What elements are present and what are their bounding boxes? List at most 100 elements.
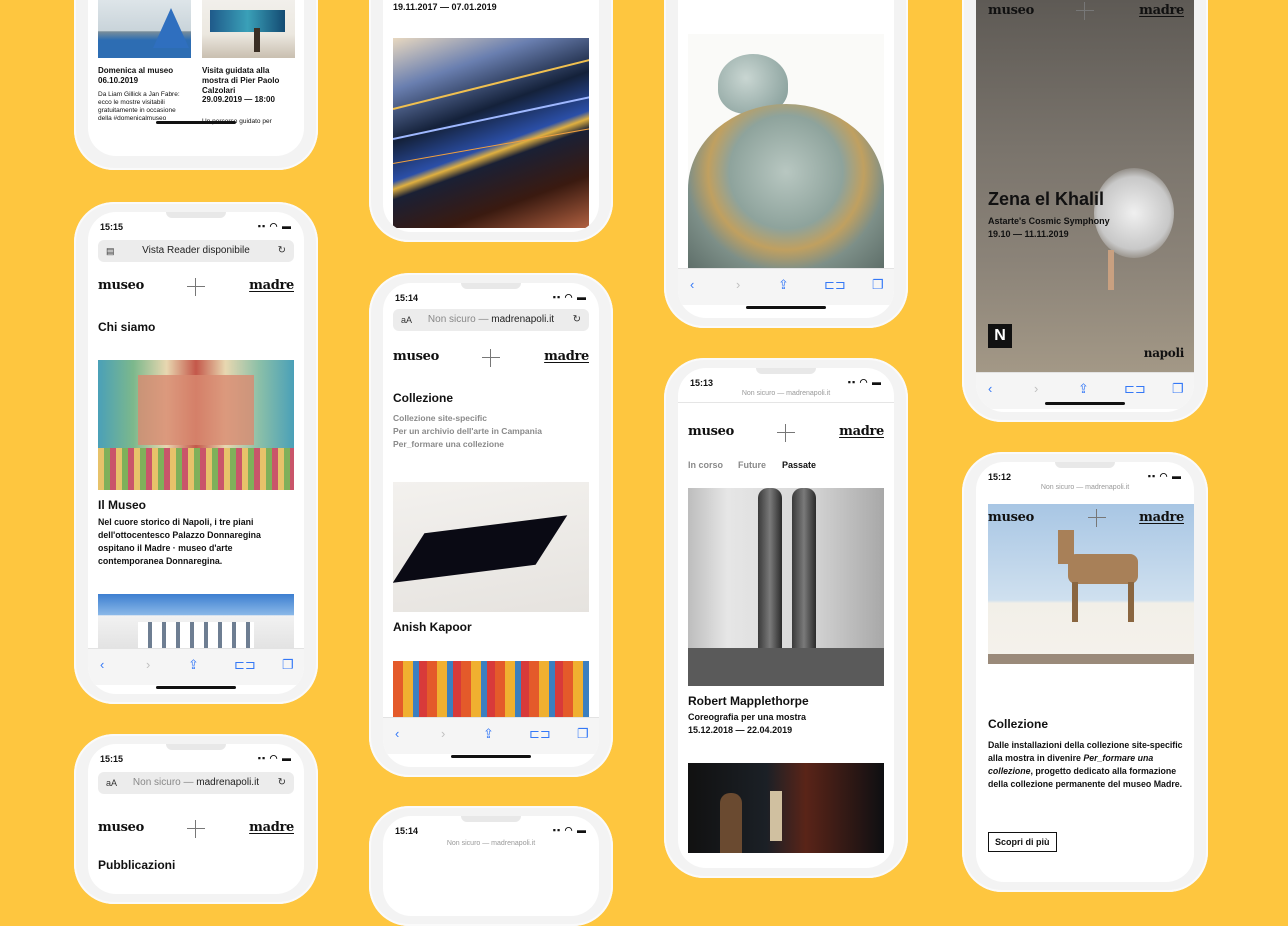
tabs-icon[interactable]: ❐ bbox=[1172, 381, 1184, 397]
colorful-installation-image[interactable] bbox=[393, 661, 589, 721]
back-icon[interactable]: ‹ bbox=[988, 381, 992, 396]
event-image-calzolari[interactable] bbox=[202, 0, 295, 58]
safari-toolbar: ‹ › ⇪ ⊏⊐ ❐ bbox=[383, 717, 599, 754]
hero-dates: 19.10 — 11.11.2019 bbox=[988, 229, 1069, 239]
phone-mockup-events: Domenica al museo 06.10.2019 Da Liam Gil… bbox=[74, 0, 318, 170]
performance-photo[interactable] bbox=[688, 763, 884, 853]
event-title-1[interactable]: Domenica al museo bbox=[98, 66, 188, 75]
forward-icon[interactable]: › bbox=[1034, 381, 1038, 396]
safari-toolbar: ‹ › ⇪ ⊏⊐ ❐ bbox=[678, 268, 894, 305]
menu-plus-icon[interactable] bbox=[1088, 509, 1106, 527]
phone-mockup-zena: museo madre Zena el Khalil Astarte's Cos… bbox=[962, 0, 1208, 422]
collection-link-3[interactable]: Per_formare una collezione bbox=[393, 439, 504, 449]
kapoor-artwork-image[interactable] bbox=[393, 482, 589, 612]
phone-mockup-collezione-horse: 15:12 ▪▪ ◠ ▬ Non sicuro — madrenapoli.it… bbox=[962, 452, 1208, 892]
phone-mockup-pubblicazioni: 15:15 ▪▪ ◠ ▬ aA Non sicuro — madrenapoli… bbox=[74, 734, 318, 904]
signal-wifi-battery-icon: ▪▪ ◠ ▬ bbox=[257, 221, 292, 231]
logo-museo[interactable]: museo bbox=[988, 3, 1034, 18]
logo-madre[interactable]: madre bbox=[1139, 3, 1184, 18]
museum-title[interactable]: Il Museo bbox=[98, 498, 146, 512]
forward-icon[interactable]: › bbox=[736, 277, 740, 292]
tabs-icon[interactable]: ❐ bbox=[872, 277, 884, 293]
text-size-icon[interactable]: aA bbox=[106, 772, 117, 794]
bookmarks-icon[interactable]: ⊏⊐ bbox=[1124, 381, 1146, 397]
logo-museo[interactable]: museo bbox=[688, 424, 734, 439]
exhibition-dates: 15.12.2018 — 22.04.2019 bbox=[688, 725, 793, 735]
porcelain-sculpture-image[interactable] bbox=[688, 34, 884, 274]
museum-description: Nel cuore storico di Napoli, i tre piani… bbox=[98, 517, 261, 566]
phone-mockup-exhibition: 19.11.2017 — 07.01.2019 bbox=[369, 0, 613, 242]
reader-icon[interactable]: ▤ bbox=[106, 240, 115, 262]
logo-madre[interactable]: madre bbox=[839, 424, 884, 439]
horse-sculpture-image[interactable] bbox=[988, 504, 1194, 664]
menu-plus-icon[interactable] bbox=[187, 820, 205, 838]
share-icon[interactable]: ⇪ bbox=[1078, 381, 1089, 397]
phone-mockup-mostre: 15:13 ▪▪ ◠ ▬ Non sicuro — madrenapoli.it… bbox=[664, 358, 908, 878]
exhibition-dates: 19.11.2017 — 07.01.2019 bbox=[393, 2, 497, 12]
reload-icon[interactable]: ↻ bbox=[573, 309, 581, 331]
n-logo-icon: N bbox=[988, 324, 1012, 348]
url-text: madrenapoli.it bbox=[196, 777, 260, 788]
tabs-icon[interactable]: ❐ bbox=[577, 726, 589, 742]
tabs-icon[interactable]: ❐ bbox=[282, 657, 294, 673]
forward-icon[interactable]: › bbox=[146, 657, 150, 672]
mapplethorpe-photo[interactable] bbox=[688, 488, 884, 686]
bookmarks-icon[interactable]: ⊏⊐ bbox=[824, 277, 846, 293]
logo-madre[interactable]: madre bbox=[249, 820, 294, 835]
share-icon[interactable]: ⇪ bbox=[188, 657, 199, 673]
logo-museo[interactable]: museo bbox=[988, 510, 1034, 525]
section-title: Collezione bbox=[393, 391, 454, 405]
exhibition-title[interactable]: Robert Mapplethorpe bbox=[688, 694, 809, 708]
tab-passate[interactable]: Passate bbox=[782, 460, 816, 470]
menu-plus-icon[interactable] bbox=[777, 424, 795, 442]
collection-link-1[interactable]: Collezione site-specific bbox=[393, 413, 487, 423]
artist-name[interactable]: Anish Kapoor bbox=[393, 620, 472, 634]
forward-icon[interactable]: › bbox=[441, 726, 445, 741]
reader-bar[interactable]: ▤ Vista Reader disponibile ↻ bbox=[98, 240, 294, 262]
menu-plus-icon[interactable] bbox=[482, 349, 500, 367]
museum-room-image[interactable] bbox=[98, 360, 294, 490]
status-time: 15:13 bbox=[690, 378, 714, 388]
share-icon[interactable]: ⇪ bbox=[778, 277, 789, 293]
logo-museo[interactable]: museo bbox=[98, 820, 144, 835]
menu-plus-icon[interactable] bbox=[1076, 2, 1094, 20]
share-icon[interactable]: ⇪ bbox=[483, 726, 494, 742]
url-bar[interactable]: Non sicuro — madrenapoli.it bbox=[678, 390, 894, 397]
back-icon[interactable]: ‹ bbox=[100, 657, 104, 672]
zena-hero-image[interactable] bbox=[976, 0, 1194, 372]
status-time: 15:15 bbox=[100, 754, 124, 764]
tab-future[interactable]: Future bbox=[738, 460, 766, 470]
back-icon[interactable]: ‹ bbox=[690, 277, 694, 292]
event-text-1: Da Liam Gillick a Jan Fabre: ecco le mos… bbox=[98, 91, 180, 122]
hero-title[interactable]: Zena el Khalil bbox=[988, 189, 1104, 210]
palazzo-image[interactable] bbox=[98, 594, 294, 654]
exhibition-subtitle: Coreografia per una mostra bbox=[688, 712, 807, 722]
scopri-button[interactable]: Scopri di più bbox=[988, 832, 1057, 852]
logo-museo[interactable]: museo bbox=[393, 349, 439, 364]
url-bar[interactable]: Non sicuro — madrenapoli.it bbox=[976, 484, 1194, 491]
url-bar[interactable]: Non sicuro — madrenapoli.it bbox=[383, 840, 599, 847]
logo-museo[interactable]: museo bbox=[98, 278, 144, 293]
exhibition-image-light-streaks[interactable] bbox=[393, 38, 589, 228]
reload-icon[interactable]: ↻ bbox=[278, 240, 286, 262]
event-image-gillick[interactable] bbox=[98, 0, 191, 58]
logo-madre[interactable]: madre bbox=[544, 349, 589, 364]
back-icon[interactable]: ‹ bbox=[395, 726, 399, 741]
logo-madre[interactable]: madre bbox=[249, 278, 294, 293]
status-time: 15:15 bbox=[100, 222, 124, 232]
bookmarks-icon[interactable]: ⊏⊐ bbox=[234, 657, 256, 673]
url-bar[interactable]: aA Non sicuro — madrenapoli.it ↻ bbox=[98, 772, 294, 794]
event-title-2[interactable]: Visita guidata alla mostra di Pier Paolo… bbox=[202, 66, 292, 96]
menu-plus-icon[interactable] bbox=[187, 278, 205, 296]
status-time: 15:14 bbox=[395, 293, 419, 303]
home-indicator bbox=[1045, 402, 1125, 405]
url-bar[interactable]: aA Non sicuro — madrenapoli.it ↻ bbox=[393, 309, 589, 331]
reload-icon[interactable]: ↻ bbox=[278, 772, 286, 794]
text-size-icon[interactable]: aA bbox=[401, 309, 412, 331]
logo-madre[interactable]: madre bbox=[1139, 510, 1184, 525]
signal-wifi-battery-icon: ▪▪ ◠ ▬ bbox=[1147, 471, 1182, 481]
signal-wifi-battery-icon: ▪▪ ◠ ▬ bbox=[552, 292, 587, 302]
bookmarks-icon[interactable]: ⊏⊐ bbox=[529, 726, 551, 742]
collection-link-2[interactable]: Per un archivio dell'arte in Campania bbox=[393, 426, 542, 436]
tab-in-corso[interactable]: In corso bbox=[688, 460, 723, 470]
